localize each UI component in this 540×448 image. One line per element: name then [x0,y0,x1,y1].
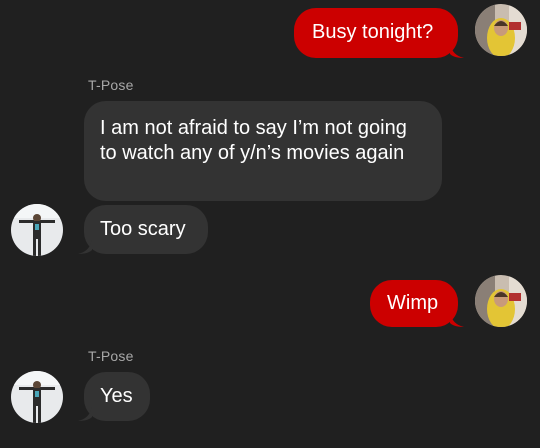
avatar-photo-icon [475,4,527,56]
avatar-tpose-icon [11,204,63,256]
avatar[interactable] [475,275,527,327]
sender-name: T-Pose [88,77,134,93]
bubble-tail-icon [78,240,92,254]
message-bubble-incoming[interactable]: I am not afraid to say I’m not going to … [84,101,442,201]
avatar-photo-icon [475,275,527,327]
message-text: Yes [100,385,133,407]
message-bubble-incoming[interactable]: Yes [84,372,150,421]
message-text: Wimp [387,292,439,314]
avatar-tpose-icon [11,371,63,423]
sender-name: T-Pose [88,348,134,364]
message-bubble-outgoing[interactable]: Wimp [370,280,458,327]
message-text: Busy tonight? [312,21,434,43]
bubble-tail-icon [450,313,464,327]
message-text: Too scary [100,218,186,240]
message-text: I am not afraid to say I’m not going to … [100,117,407,164]
bubble-tail-icon [78,407,92,421]
message-bubble-incoming[interactable]: Too scary [84,205,208,254]
avatar[interactable] [11,371,63,423]
avatar[interactable] [11,204,63,256]
bubble-tail-icon [450,44,464,58]
avatar[interactable] [475,4,527,56]
message-bubble-outgoing[interactable]: Busy tonight? [294,8,458,58]
